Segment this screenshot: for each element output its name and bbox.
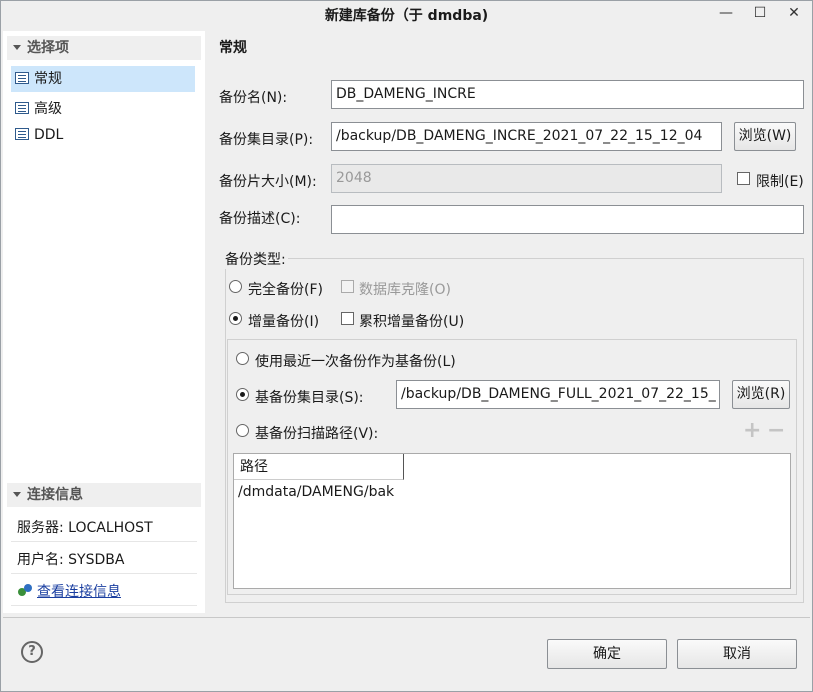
base-dir-radio[interactable]	[236, 388, 249, 401]
backup-type-title: 备份类型:	[223, 249, 288, 269]
description-input[interactable]	[331, 205, 804, 234]
backup-dir-label: 备份集目录(P):	[219, 132, 314, 148]
plus-icon[interactable]: +	[743, 420, 761, 442]
path-row[interactable]: /dmdata/DAMENG/bak	[238, 484, 394, 500]
scan-path-label: 基备份扫描路径(V):	[255, 426, 379, 442]
limit-checkbox[interactable]	[737, 172, 750, 185]
connection-icon	[17, 584, 33, 598]
page-icon	[15, 128, 29, 140]
backup-name-input[interactable]: DB_DAMENG_INCRE	[331, 80, 804, 109]
path-column-header[interactable]: 路径	[234, 454, 404, 480]
close-icon[interactable]: ✕	[783, 3, 805, 23]
use-recent-label: 使用最近一次备份作为基备份(L)	[255, 354, 456, 370]
full-backup-label: 完全备份(F)	[248, 282, 323, 298]
view-connection-row: 查看连接信息	[11, 578, 197, 606]
footer-divider	[3, 617, 810, 618]
base-browse-button[interactable]: 浏览(R)	[732, 380, 790, 409]
ok-button[interactable]: 确定	[547, 639, 667, 669]
maximize-icon[interactable]: ☐	[749, 3, 771, 23]
db-clone-label: 数据库克隆(O)	[359, 282, 451, 298]
title-bar: 新建库备份（于 dmdba) — ☐ ✕	[1, 1, 812, 29]
db-clone-checkbox[interactable]	[341, 280, 354, 293]
nav-item-advanced[interactable]: 高级	[11, 96, 195, 122]
incremental-backup-radio[interactable]	[229, 312, 242, 325]
base-dir-label: 基备份集目录(S):	[255, 390, 364, 406]
incremental-backup-label: 增量备份(I)	[248, 314, 320, 330]
connection-section-title: 连接信息	[27, 487, 83, 503]
help-icon[interactable]: ?	[21, 641, 43, 663]
minimize-icon[interactable]: —	[715, 3, 737, 23]
piece-size-input[interactable]: 2048	[331, 164, 722, 193]
piece-size-label: 备份片大小(M):	[219, 174, 317, 190]
cumulative-checkbox[interactable]	[341, 312, 354, 325]
view-connection-link[interactable]: 查看连接信息	[37, 584, 121, 600]
backup-dir-input[interactable]: /backup/DB_DAMENG_INCRE_2021_07_22_15_12…	[331, 122, 722, 151]
cumulative-label: 累积增量备份(U)	[359, 314, 465, 330]
full-backup-radio[interactable]	[229, 280, 242, 293]
browse-button[interactable]: 浏览(W)	[734, 122, 796, 151]
page-heading: 常规	[219, 40, 247, 56]
nav-item-label: 高级	[34, 101, 62, 117]
use-recent-radio[interactable]	[236, 352, 249, 365]
scan-path-table: 路径 /dmdata/DAMENG/bak	[233, 453, 791, 589]
page-icon	[15, 72, 29, 84]
collapse-triangle-icon	[13, 45, 21, 50]
nav-item-label: 常规	[34, 71, 62, 87]
connection-section-header[interactable]: 连接信息	[7, 483, 201, 507]
nav-item-label: DDL	[34, 127, 64, 143]
backup-dialog: 新建库备份（于 dmdba) — ☐ ✕ 选择项 常规 高级 DDL 连接信息 …	[0, 0, 813, 692]
base-dir-input[interactable]: /backup/DB_DAMENG_FULL_2021_07_22_15_	[396, 380, 720, 409]
collapse-triangle-icon	[13, 492, 21, 497]
backup-name-label: 备份名(N):	[219, 90, 288, 106]
nav-item-ddl[interactable]: DDL	[11, 122, 195, 148]
server-info: 服务器: LOCALHOST	[11, 514, 197, 542]
nav-section-header[interactable]: 选择项	[7, 36, 201, 60]
cancel-button[interactable]: 取消	[677, 639, 797, 669]
description-label: 备份描述(C):	[219, 211, 301, 227]
user-info: 用户名: SYSDBA	[11, 546, 197, 574]
page-icon	[15, 102, 29, 114]
nav-section-title: 选择项	[27, 40, 69, 56]
scan-path-radio[interactable]	[236, 424, 249, 437]
minus-icon[interactable]: −	[767, 420, 785, 442]
nav-item-general[interactable]: 常规	[11, 66, 195, 92]
limit-label: 限制(E)	[756, 174, 804, 190]
window-title: 新建库备份（于 dmdba)	[324, 8, 489, 24]
